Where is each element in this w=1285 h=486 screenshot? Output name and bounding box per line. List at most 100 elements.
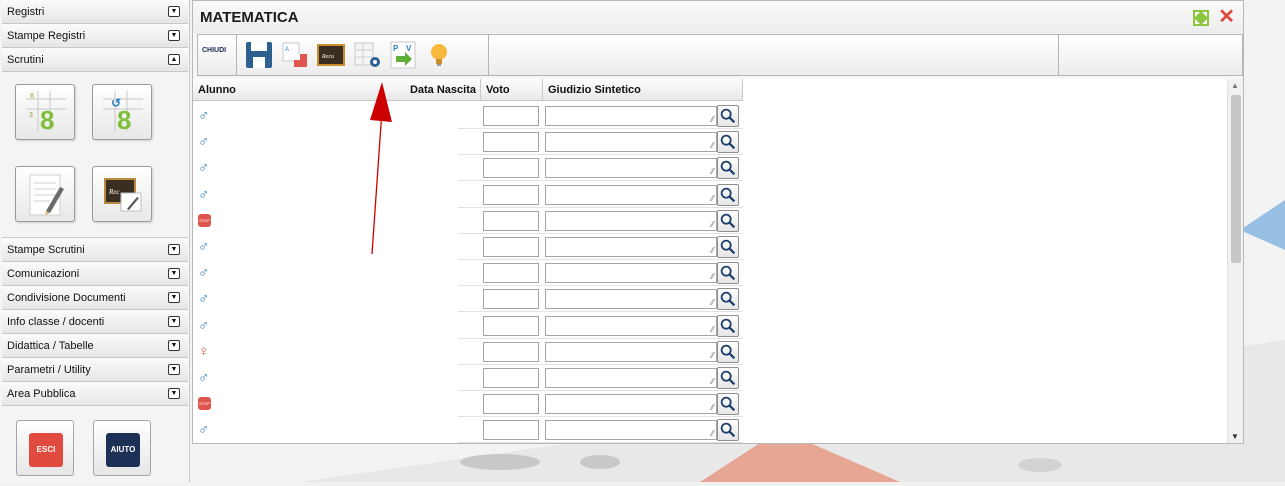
resize-grip-icon[interactable]: ⁄⁄ xyxy=(711,325,714,334)
giudizio-textarea[interactable]: ⁄⁄ xyxy=(545,132,717,153)
voto-input[interactable] xyxy=(483,237,539,257)
search-icon[interactable] xyxy=(717,262,739,285)
resize-grip-icon[interactable]: ⁄⁄ xyxy=(711,116,714,124)
close-button[interactable]: CHIUDI xyxy=(202,47,226,54)
search-icon[interactable] xyxy=(717,209,739,232)
recupero-tile[interactable]: Rec xyxy=(92,166,152,222)
resize-grip-icon[interactable]: ⁄⁄ xyxy=(711,273,714,281)
voto-input[interactable] xyxy=(483,368,539,388)
male-icon: ♂ xyxy=(198,133,210,151)
sidebar-section-label: Area Pubblica xyxy=(7,388,76,400)
voto-input[interactable] xyxy=(483,132,539,153)
expand-arrow-icon[interactable]: ▼ xyxy=(168,244,180,255)
voto-input[interactable] xyxy=(483,210,539,231)
giudizio-textarea[interactable]: ⁄⁄ xyxy=(545,263,717,284)
sidebar-section-condivisione-documenti[interactable]: Condivisione Documenti ▼ xyxy=(2,286,188,310)
voto-input[interactable] xyxy=(483,158,539,179)
svg-text:3: 3 xyxy=(29,112,33,119)
search-icon[interactable] xyxy=(717,314,739,337)
close-icon[interactable]: ✕ xyxy=(1218,7,1235,27)
column-header-voto[interactable]: Voto xyxy=(481,79,543,101)
voto-input[interactable] xyxy=(483,341,539,362)
resize-grip-icon[interactable]: ⁄⁄ xyxy=(711,404,714,412)
search-icon[interactable] xyxy=(717,183,739,206)
search-icon[interactable] xyxy=(717,288,739,311)
expand-arrow-icon[interactable]: ▼ xyxy=(168,388,180,399)
search-icon[interactable] xyxy=(717,393,739,416)
column-header-data-nascita[interactable]: Data Nascita xyxy=(383,79,481,101)
expand-arrow-icon[interactable]: ▼ xyxy=(168,30,180,41)
voto-input[interactable] xyxy=(483,289,539,310)
voti-proposti-tile[interactable]: 6 3 8 xyxy=(15,84,75,140)
scroll-up-icon[interactable]: ▲ xyxy=(1231,81,1239,90)
sidebar-section-registri[interactable]: Registri ▼ xyxy=(2,0,188,24)
import-icon[interactable]: A xyxy=(280,40,310,70)
help-button[interactable]: AIUTO xyxy=(93,420,151,476)
save-icon[interactable] xyxy=(244,40,274,70)
expand-arrow-icon[interactable]: ▼ xyxy=(168,268,180,279)
resize-grip-icon[interactable]: ⁄⁄ xyxy=(711,378,714,386)
resize-grip-icon[interactable]: ⁄⁄ xyxy=(711,194,714,203)
vertical-scrollbar[interactable]: ▲ ▼ xyxy=(1227,79,1243,443)
exit-button[interactable]: ESCI xyxy=(16,420,74,476)
giudizio-textarea[interactable]: ⁄⁄ xyxy=(545,106,717,126)
voto-input[interactable] xyxy=(483,263,539,284)
giudizio-textarea[interactable]: ⁄⁄ xyxy=(545,315,717,336)
voto-input[interactable] xyxy=(483,184,539,205)
giudizio-textarea[interactable]: ⁄⁄ xyxy=(545,237,717,257)
search-icon[interactable] xyxy=(717,157,739,180)
giudizio-textarea[interactable]: ⁄⁄ xyxy=(545,341,717,362)
giudizio-textarea[interactable]: ⁄⁄ xyxy=(545,420,717,441)
resize-grip-icon[interactable]: ⁄⁄ xyxy=(711,299,714,307)
expand-arrow-icon[interactable]: ▼ xyxy=(168,6,180,17)
sidebar-section-stampe-scrutini[interactable]: Stampe Scrutini ▼ xyxy=(2,238,188,262)
search-icon[interactable] xyxy=(717,236,739,258)
giudizio-textarea[interactable]: ⁄⁄ xyxy=(545,394,717,415)
sidebar-section-parametri[interactable]: Parametri / Utility ▼ xyxy=(2,358,188,382)
voto-input[interactable] xyxy=(483,394,539,415)
voto-input[interactable] xyxy=(483,420,539,441)
giudizio-textarea[interactable]: ⁄⁄ xyxy=(545,368,717,388)
expand-arrow-icon[interactable]: ▼ xyxy=(168,340,180,351)
resize-grip-icon[interactable]: ⁄⁄ xyxy=(711,142,714,150)
resize-grip-icon[interactable]: ⁄⁄ xyxy=(711,351,714,360)
search-icon[interactable] xyxy=(717,105,739,127)
collapse-arrow-icon[interactable]: ▲ xyxy=(168,54,180,65)
stop-icon: STOP xyxy=(198,397,211,411)
resize-grip-icon[interactable]: ⁄⁄ xyxy=(711,220,714,229)
resize-grip-icon[interactable]: ⁄⁄ xyxy=(711,430,714,438)
sidebar-section-info-classe[interactable]: Info classe / docenti ▼ xyxy=(2,310,188,334)
giudizi-tile[interactable] xyxy=(15,166,75,222)
giudizio-textarea[interactable]: ⁄⁄ xyxy=(545,184,717,205)
sidebar-section-comunicazioni[interactable]: Comunicazioni ▼ xyxy=(2,262,188,286)
resize-grip-icon[interactable]: ⁄⁄ xyxy=(711,168,714,176)
voto-input[interactable] xyxy=(483,106,539,126)
search-icon[interactable] xyxy=(717,340,739,363)
scroll-down-icon[interactable]: ▼ xyxy=(1231,432,1239,441)
column-header-giudizio[interactable]: Giudizio Sintetico xyxy=(543,79,743,101)
grid-settings-icon[interactable] xyxy=(352,40,382,70)
giudizio-textarea[interactable]: ⁄⁄ xyxy=(545,210,717,231)
lightbulb-icon[interactable] xyxy=(424,40,454,70)
maximize-icon[interactable] xyxy=(1193,10,1209,26)
voto-input[interactable] xyxy=(483,315,539,336)
giudizio-textarea[interactable]: ⁄⁄ xyxy=(545,158,717,179)
expand-arrow-icon[interactable]: ▼ xyxy=(168,316,180,327)
giudizio-textarea[interactable]: ⁄⁄ xyxy=(545,289,717,310)
sidebar-section-scrutini[interactable]: Scrutini ▲ xyxy=(2,48,188,72)
column-header-alunno[interactable]: Alunno xyxy=(193,79,383,101)
voti-finali-tile[interactable]: ↺ 8 xyxy=(92,84,152,140)
search-icon[interactable] xyxy=(717,367,739,389)
expand-arrow-icon[interactable]: ▼ xyxy=(168,292,180,303)
sidebar-section-didattica[interactable]: Didattica / Tabelle ▼ xyxy=(2,334,188,358)
search-icon[interactable] xyxy=(717,131,739,154)
scroll-thumb[interactable] xyxy=(1231,95,1241,263)
resize-grip-icon[interactable]: ⁄⁄ xyxy=(711,247,714,255)
table-row: ♂ ⁄⁄ xyxy=(193,234,743,260)
recupero-icon[interactable]: Recu xyxy=(316,40,346,70)
sidebar-section-stampe-registri[interactable]: Stampe Registri ▼ xyxy=(2,24,188,48)
search-icon[interactable] xyxy=(717,419,739,442)
sidebar-section-area-pubblica[interactable]: Area Pubblica ▼ xyxy=(2,382,188,406)
pv-icon[interactable]: P V xyxy=(388,40,418,70)
expand-arrow-icon[interactable]: ▼ xyxy=(168,364,180,375)
